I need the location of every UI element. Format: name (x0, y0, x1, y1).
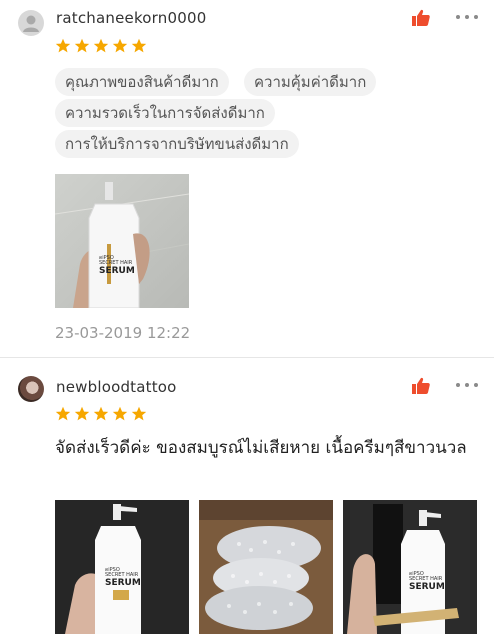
review-divider (0, 357, 494, 358)
photo-product-text: SERUM (99, 266, 135, 276)
review-tag: การให้บริการจากบริษัทขนส่งดีมาก (55, 130, 299, 158)
product-photo-graphic (55, 182, 189, 308)
review-photo[interactable] (199, 500, 333, 634)
star-icon (112, 38, 128, 53)
more-options-icon[interactable] (456, 14, 478, 20)
star-icon (93, 38, 109, 53)
review-item: newbloodtattoo จัดส่งเร็วดีค่ะ ของสมบูรณ… (0, 360, 494, 640)
star-icon (74, 406, 90, 421)
review-tag: คุณภาพของสินค้าดีมาก (55, 68, 229, 96)
rating-stars (55, 406, 147, 422)
review-comment: จัดส่งเร็วดีค่ะ ของสมบูรณ์ไม่เสียหาย เนื… (55, 438, 467, 458)
photo-product-text: SERUM (105, 578, 141, 588)
reviewer-username[interactable]: ratchaneekorn0000 (56, 9, 206, 27)
star-icon (93, 406, 109, 421)
like-thumb-icon[interactable] (411, 8, 431, 28)
product-photo-graphic (343, 500, 477, 634)
star-icon (55, 38, 71, 53)
star-icon (131, 38, 147, 53)
star-icon (55, 406, 71, 421)
user-avatar[interactable] (18, 376, 44, 402)
review-photo[interactable]: ดiPSO SECRET HAIR SERUM (55, 174, 189, 308)
packaging-photo-graphic (199, 500, 333, 634)
review-photo[interactable]: ดiPSO SECRET HAIR SERUM (55, 500, 189, 634)
star-icon (112, 406, 128, 421)
reviewer-username[interactable]: newbloodtattoo (56, 378, 177, 396)
like-thumb-icon[interactable] (411, 376, 431, 396)
product-photo-graphic (55, 500, 189, 634)
photo-product-text: SERUM (409, 582, 445, 592)
star-icon (74, 38, 90, 53)
review-photo[interactable]: ดiPSO SECRET HAIR SERUM (343, 500, 477, 634)
user-avatar[interactable] (18, 10, 44, 36)
star-icon (131, 406, 147, 421)
review-item: ratchaneekorn0000 คุณภาพของสินค้าดีมาก ค… (0, 0, 494, 358)
default-user-icon (23, 15, 39, 32)
rating-stars (55, 38, 147, 54)
review-tag: ความรวดเร็วในการจัดส่งดีมาก (55, 99, 275, 127)
more-options-icon[interactable] (456, 382, 478, 388)
review-tag: ความคุ้มค่าดีมาก (244, 68, 377, 96)
review-timestamp: 23-03-2019 12:22 (55, 324, 191, 342)
